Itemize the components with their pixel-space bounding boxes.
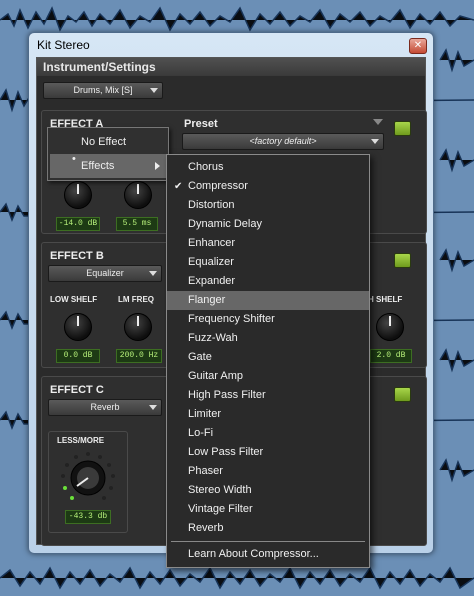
menu-item-frequency-shifter[interactable]: Frequency Shifter bbox=[167, 310, 369, 329]
menu-item-gate[interactable]: Gate bbox=[167, 348, 369, 367]
menu-item-effects[interactable]: • Effects bbox=[50, 153, 166, 178]
menu-item-chorus[interactable]: Chorus bbox=[167, 158, 369, 177]
h-shelf-value: 2.0 dB bbox=[370, 349, 412, 363]
effect-b-selector[interactable]: Equalizer bbox=[48, 265, 162, 282]
menu-item-learn-about[interactable]: Learn About Compressor... bbox=[167, 545, 369, 564]
effect-a-knob-2[interactable] bbox=[124, 181, 152, 209]
chevron-down-icon bbox=[149, 271, 157, 276]
effect-c-label: EFFECT C bbox=[50, 384, 104, 396]
low-shelf-knob[interactable] bbox=[64, 313, 92, 341]
track-selector[interactable]: Drums, Mix [S] bbox=[43, 82, 163, 99]
menu-item-dynamic-delay[interactable]: Dynamic Delay bbox=[167, 215, 369, 234]
menu-item-stereo-width[interactable]: Stereo Width bbox=[167, 481, 369, 500]
menu-item-high-pass-filter[interactable]: High Pass Filter bbox=[167, 386, 369, 405]
menu-item-effects-label: Effects bbox=[81, 160, 115, 172]
track-selector-label: Drums, Mix [S] bbox=[73, 85, 133, 95]
menu-item-reverb[interactable]: Reverb bbox=[167, 519, 369, 538]
preset-selector[interactable]: <factory default> bbox=[182, 133, 384, 150]
lm-freq-value: 200.0 Hz bbox=[116, 349, 162, 363]
effect-b-label: EFFECT B bbox=[50, 250, 104, 262]
effects-submenu: Chorus ✔ Compressor Distortion Dynamic D… bbox=[166, 154, 370, 568]
menu-item-compressor-label: Compressor bbox=[188, 180, 248, 192]
preset-value: <factory default> bbox=[249, 136, 317, 146]
preset-menu-icon[interactable] bbox=[373, 119, 383, 125]
chevron-down-icon bbox=[149, 405, 157, 410]
h-shelf-knob[interactable] bbox=[376, 313, 404, 341]
chevron-down-icon bbox=[371, 139, 379, 144]
menu-item-no-effect[interactable]: No Effect bbox=[48, 130, 168, 154]
effect-type-menu: No Effect • Effects bbox=[47, 127, 169, 181]
low-shelf-label: LOW SHELF bbox=[50, 295, 98, 304]
menu-item-enhancer[interactable]: Enhancer bbox=[167, 234, 369, 253]
less-more-ring bbox=[61, 452, 115, 500]
checkmark-icon: ✔ bbox=[174, 181, 183, 192]
effect-a-value-1: -14.0 dB bbox=[56, 217, 100, 231]
menu-item-low-pass-filter[interactable]: Low Pass Filter bbox=[167, 443, 369, 462]
h-shelf-label: H SHELF bbox=[368, 295, 403, 304]
lm-freq-knob[interactable] bbox=[124, 313, 152, 341]
less-more-value: -43.3 db bbox=[65, 510, 111, 524]
submenu-arrow-icon bbox=[155, 162, 160, 170]
menu-item-compressor[interactable]: ✔ Compressor bbox=[167, 177, 369, 196]
effect-b-selector-label: Equalizer bbox=[86, 268, 124, 278]
effect-c-selector[interactable]: Reverb bbox=[48, 399, 162, 416]
close-icon: ✕ bbox=[413, 40, 423, 51]
less-more-group: LESS/MORE -43.3 db bbox=[48, 431, 128, 533]
menu-item-expander[interactable]: Expander bbox=[167, 272, 369, 291]
title-bar[interactable]: Kit Stereo ✕ bbox=[29, 33, 433, 57]
menu-item-guitar-amp[interactable]: Guitar Amp bbox=[167, 367, 369, 386]
window-title: Kit Stereo bbox=[37, 38, 90, 52]
menu-item-distortion[interactable]: Distortion bbox=[167, 196, 369, 215]
section-header: Instrument/Settings bbox=[37, 58, 425, 76]
low-shelf-value: 0.0 dB bbox=[56, 349, 100, 363]
effect-c-selector-label: Reverb bbox=[90, 402, 120, 412]
menu-separator bbox=[171, 541, 365, 542]
menu-item-flanger[interactable]: Flanger bbox=[167, 291, 369, 310]
effect-a-value-2: 5.5 ms bbox=[116, 217, 158, 231]
menu-item-equalizer[interactable]: Equalizer bbox=[167, 253, 369, 272]
menu-item-lo-fi[interactable]: Lo-Fi bbox=[167, 424, 369, 443]
bullet-icon: • bbox=[72, 153, 76, 165]
lm-freq-label: LM FREQ bbox=[118, 295, 154, 304]
effect-a-enable-led[interactable] bbox=[394, 121, 411, 136]
effect-a-knob-1[interactable] bbox=[64, 181, 92, 209]
menu-item-limiter[interactable]: Limiter bbox=[167, 405, 369, 424]
menu-item-phaser[interactable]: Phaser bbox=[167, 462, 369, 481]
menu-item-fuzz-wah[interactable]: Fuzz-Wah bbox=[167, 329, 369, 348]
chevron-down-icon bbox=[150, 88, 158, 93]
effect-b-enable-led[interactable] bbox=[394, 253, 411, 268]
close-button[interactable]: ✕ bbox=[409, 38, 427, 54]
menu-item-vintage-filter[interactable]: Vintage Filter bbox=[167, 500, 369, 519]
effect-c-enable-led[interactable] bbox=[394, 387, 411, 402]
preset-label: Preset bbox=[184, 118, 218, 130]
less-more-label: LESS/MORE bbox=[57, 436, 105, 445]
